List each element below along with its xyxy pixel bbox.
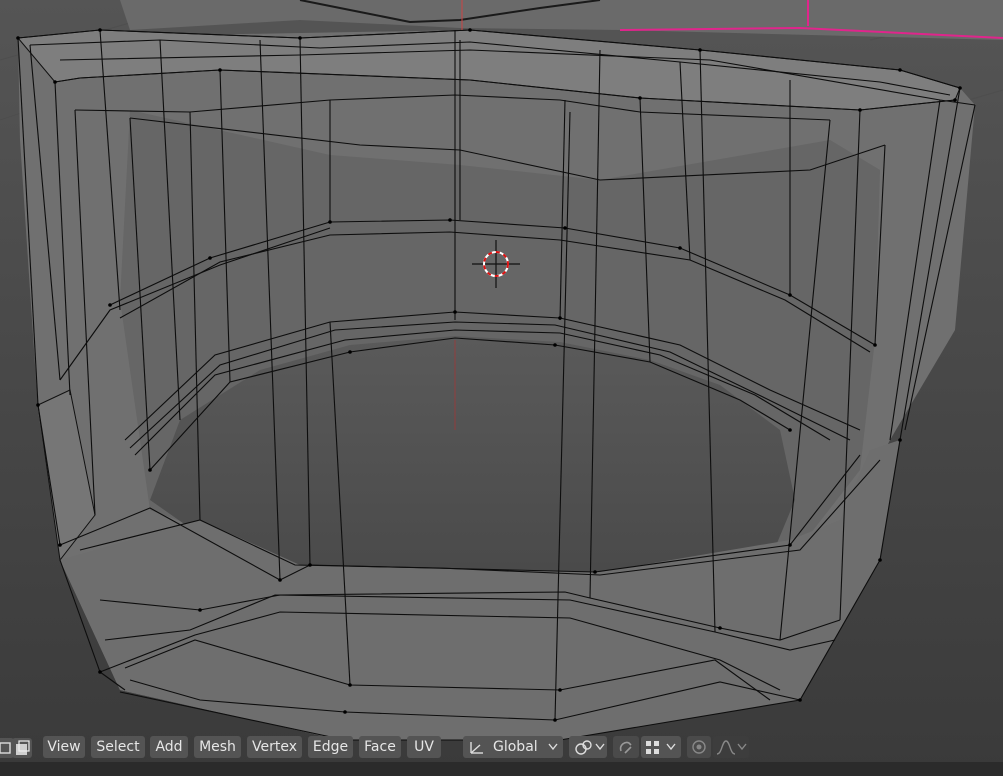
pivot-point-icon — [575, 740, 592, 755]
chevron-down-icon — [737, 743, 747, 751]
chevron-down-icon — [666, 743, 676, 751]
menu-mesh[interactable]: Mesh — [194, 736, 241, 758]
menu-uv[interactable]: UV — [407, 736, 441, 758]
proportional-falloff-dropdown[interactable] — [713, 736, 749, 758]
falloff-smooth-icon — [716, 740, 736, 755]
proportional-editing-toggle[interactable] — [687, 736, 711, 758]
proportional-editing-icon — [692, 740, 706, 754]
pivot-point-dropdown[interactable] — [569, 736, 607, 758]
chevron-down-icon — [595, 743, 605, 751]
snap-target-dropdown[interactable] — [641, 736, 681, 758]
transform-orientation-icon — [470, 742, 483, 754]
snap-toggle-icon — [619, 741, 632, 754]
status-strip — [0, 762, 1003, 776]
snap-increment-icon — [646, 741, 659, 754]
orientation-value: Global — [493, 739, 538, 755]
menu-vertex[interactable]: Vertex — [247, 736, 302, 758]
chevron-down-icon — [548, 743, 558, 751]
menu-add[interactable]: Add — [150, 736, 188, 758]
menu-select[interactable]: Select — [91, 736, 145, 758]
snap-toggle[interactable] — [613, 736, 639, 758]
transform-orientation-dropdown[interactable]: Global — [463, 736, 563, 758]
viewport-header: View Select Add Mesh Vertex Edge Face UV… — [0, 734, 1003, 760]
menu-edge[interactable]: Edge — [308, 736, 353, 758]
mesh-wireframe-view — [0, 0, 1003, 776]
face-select-mode-icon[interactable] — [12, 738, 32, 758]
menu-face[interactable]: Face — [359, 736, 401, 758]
3d-viewport[interactable]: View Select Add Mesh Vertex Edge Face UV… — [0, 0, 1003, 776]
menu-view[interactable]: View — [43, 736, 85, 758]
